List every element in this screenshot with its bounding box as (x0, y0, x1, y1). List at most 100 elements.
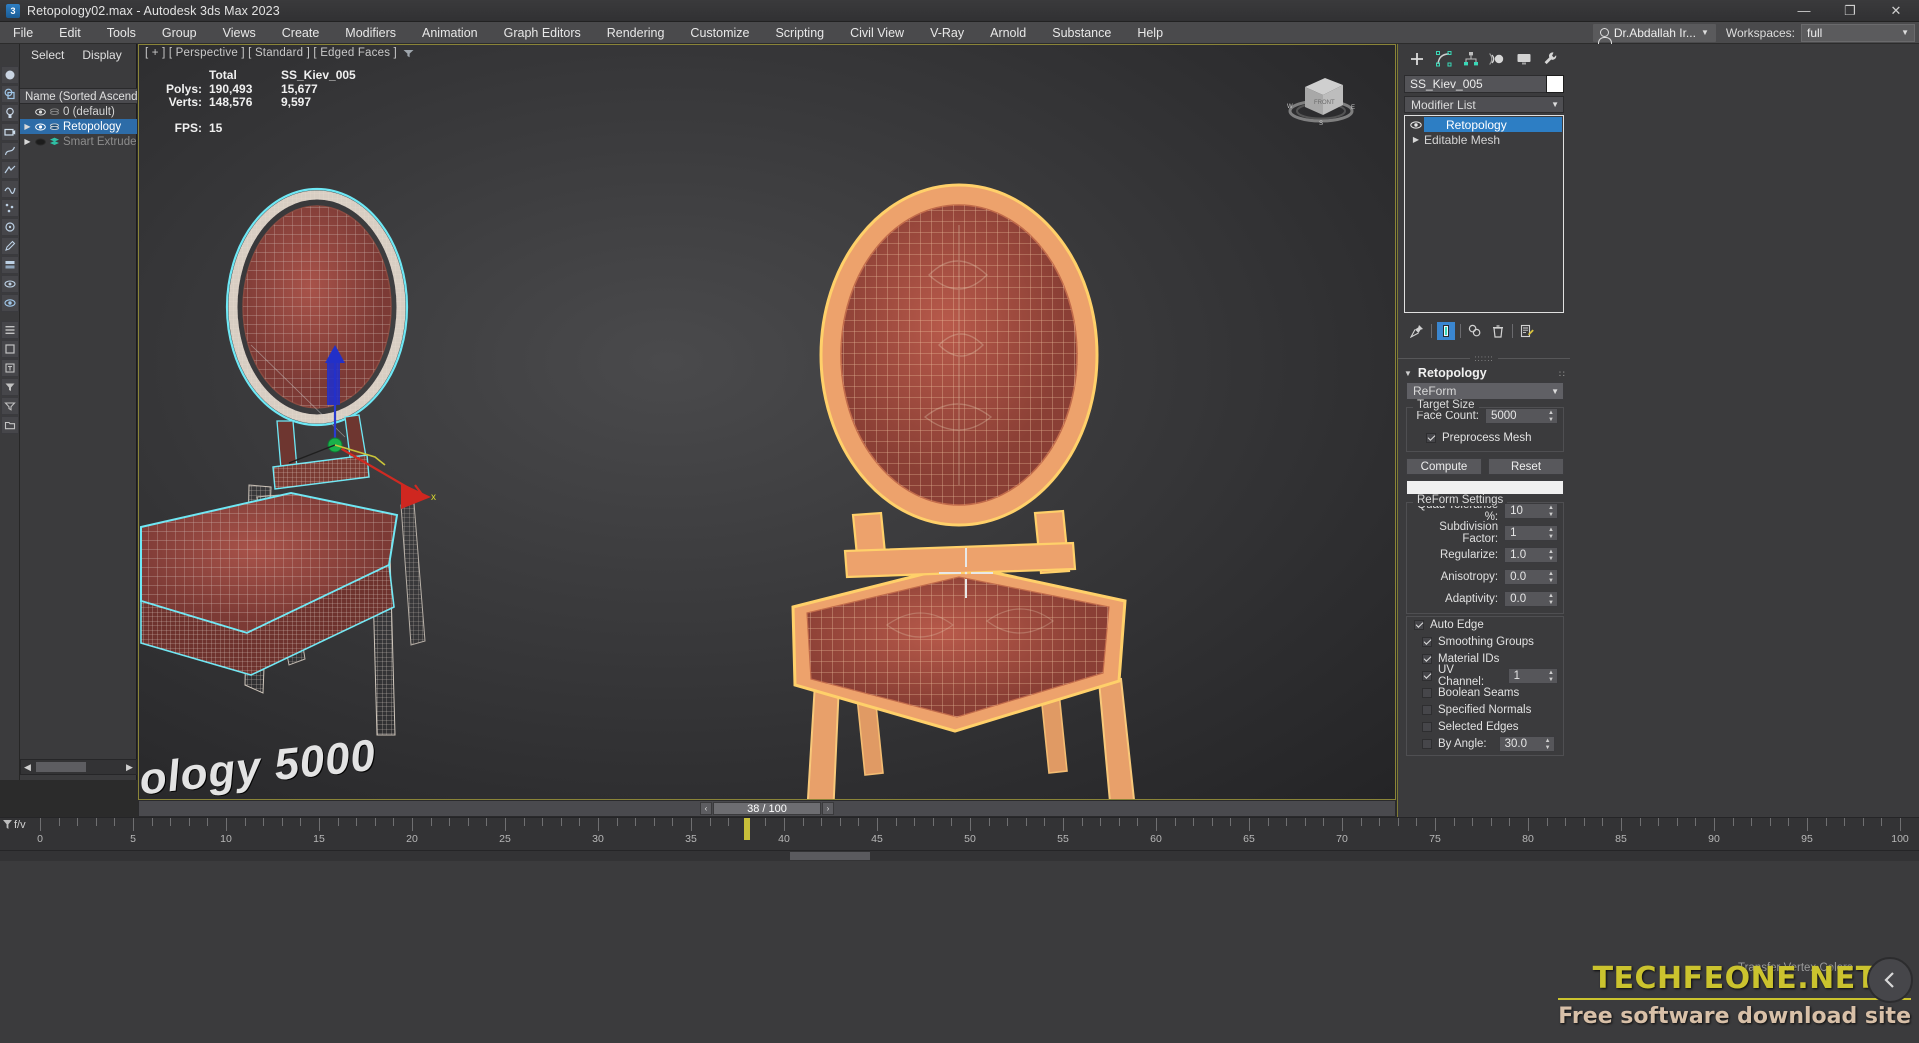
menu-vray[interactable]: V-Ray (917, 22, 977, 44)
auto-edge-row[interactable]: Auto Edge (1412, 616, 1498, 633)
make-unique-icon[interactable] (1466, 322, 1484, 340)
by-angle-row[interactable]: By Angle: 30.0 ▲ ▼ (1422, 735, 1558, 752)
eye-icon[interactable] (0, 294, 19, 312)
expand-arrow-icon[interactable]: ▶ (1408, 135, 1424, 144)
face-count-input[interactable]: 5000 ▲ ▼ (1484, 408, 1558, 424)
folder-icon[interactable] (0, 416, 19, 434)
expand-arrow-icon[interactable]: ▶ (22, 122, 33, 131)
timeline-playhead[interactable] (743, 818, 750, 840)
select-object-icon[interactable] (0, 66, 19, 84)
adaptivity-input[interactable]: 0.0 ▲ ▼ (1504, 591, 1558, 607)
manipulators-icon[interactable] (0, 218, 19, 236)
bottom-scrollbar-track[interactable] (0, 851, 1919, 861)
explorer-menu-select[interactable]: Select (22, 44, 73, 66)
menu-help[interactable]: Help (1124, 22, 1176, 44)
rollout-header-retopology[interactable]: ▼ Retopology :: (1404, 364, 1566, 382)
modifier-stack[interactable]: Retopology ▶ Editable Mesh (1404, 115, 1564, 313)
spinner-arrows-icon[interactable]: ▲ ▼ (1547, 505, 1555, 518)
filter-view-badge[interactable]: f/v (2, 819, 26, 831)
time-slider[interactable]: ‹ 38 / 100 › (138, 800, 1396, 817)
menu-civil-view[interactable]: Civil View (837, 22, 917, 44)
material-ids-checkbox[interactable] (1422, 653, 1432, 664)
compute-button[interactable]: Compute (1406, 458, 1482, 475)
uv-channel-checkbox[interactable] (1422, 670, 1432, 681)
retopology-mode-dropdown[interactable]: ReForm ▼ (1406, 382, 1564, 400)
grip-dots-icon[interactable]: :::::: (1470, 354, 1497, 363)
by-angle-checkbox[interactable] (1422, 738, 1432, 749)
boolean-seams-row[interactable]: Boolean Seams (1422, 684, 1558, 701)
maximize-button[interactable]: ❐ (1827, 0, 1873, 22)
spinner-arrows-icon[interactable]: ▲ ▼ (1547, 593, 1555, 606)
pin-stack-icon[interactable] (1408, 322, 1426, 340)
auto-edge-checkbox[interactable] (1414, 619, 1424, 630)
space-warps-icon[interactable] (0, 180, 19, 198)
tab-hierarchy[interactable] (1460, 48, 1482, 70)
lights-icon[interactable] (0, 104, 19, 122)
prev-frame-button[interactable]: ‹ (700, 802, 712, 815)
explorer-menu-display[interactable]: Display (73, 44, 130, 66)
current-frame-display[interactable]: 38 / 100 (713, 802, 821, 815)
menu-scripting[interactable]: Scripting (762, 22, 837, 44)
timeline-ruler[interactable]: 0 5 10 15 20 25 30 35 40 45 50 55 60 65 70 75 80 85 90 95 10… (0, 818, 1919, 852)
show-end-result-icon[interactable] (1437, 322, 1455, 340)
quad-tolerance-input[interactable]: 10 ▲ ▼ (1504, 503, 1558, 519)
scroll-left-icon[interactable]: ◀ (21, 762, 34, 773)
spinner-arrows-icon[interactable]: ▲ ▼ (1547, 670, 1555, 683)
tab-display[interactable] (1513, 48, 1535, 70)
specified-normals-checkbox[interactable] (1422, 704, 1432, 715)
tab-modify[interactable] (1432, 48, 1455, 70)
text-tool-icon[interactable] (0, 359, 19, 377)
box-icon[interactable] (0, 340, 19, 358)
expand-arrow-icon[interactable]: ▶ (22, 137, 33, 146)
helpers-icon[interactable] (0, 161, 19, 179)
camera-icon[interactable] (0, 123, 19, 141)
menu-customize[interactable]: Customize (677, 22, 762, 44)
configure-modifier-sets-icon[interactable] (1518, 322, 1536, 340)
close-button[interactable]: ✕ (1873, 0, 1919, 22)
menu-edit[interactable]: Edit (46, 22, 94, 44)
regularize-input[interactable]: 1.0 ▲ ▼ (1504, 547, 1558, 563)
list-item[interactable]: ▶ Smart Extrude (20, 134, 137, 149)
menu-group[interactable]: Group (149, 22, 210, 44)
subdivision-factor-input[interactable]: 1 ▲ ▼ (1504, 525, 1558, 541)
anisotropy-input[interactable]: 0.0 ▲ ▼ (1504, 569, 1558, 585)
workspace-select[interactable]: full ▼ (1801, 23, 1915, 42)
object-name-field[interactable]: SS_Kiev_005 (1404, 75, 1550, 93)
uv-channel-input[interactable]: 1 ▲ ▼ (1507, 667, 1558, 684)
selected-edges-row[interactable]: Selected Edges (1422, 718, 1558, 735)
menu-substance[interactable]: Substance (1039, 22, 1124, 44)
scroll-right-icon[interactable]: ▶ (123, 762, 136, 773)
filter-icon[interactable] (0, 397, 19, 415)
reset-button[interactable]: Reset (1488, 458, 1564, 475)
shapes-icon[interactable] (0, 142, 19, 160)
selected-edges-checkbox[interactable] (1422, 721, 1432, 732)
menu-arnold[interactable]: Arnold (977, 22, 1039, 44)
boolean-seams-checkbox[interactable] (1422, 687, 1432, 698)
viewport[interactable]: [ + ] [ Perspective ] [ Standard ] [ Edg… (138, 44, 1396, 800)
pen-icon[interactable] (0, 237, 19, 255)
menu-views[interactable]: Views (210, 22, 269, 44)
visibility-icon[interactable] (0, 275, 19, 293)
minimize-button[interactable]: — (1781, 0, 1827, 22)
funnel-icon[interactable] (0, 378, 19, 396)
modifier-stack-item-retopology[interactable]: Retopology (1406, 117, 1562, 132)
by-angle-input[interactable]: 30.0 ▲ ▼ (1498, 735, 1555, 752)
menu-tools[interactable]: Tools (94, 22, 149, 44)
list-icon[interactable] (0, 321, 19, 339)
object-color-swatch[interactable] (1546, 75, 1564, 93)
modifier-stack-item-editable-mesh[interactable]: ▶ Editable Mesh (1406, 132, 1562, 147)
smoothing-groups-checkbox[interactable] (1422, 636, 1432, 647)
menu-create[interactable]: Create (269, 22, 333, 44)
menu-animation[interactable]: Animation (409, 22, 491, 44)
scrollbar-thumb[interactable] (790, 852, 870, 860)
tab-create[interactable] (1406, 48, 1428, 70)
uv-channel-row[interactable]: UV Channel: 1 ▲ ▼ (1422, 664, 1558, 688)
viewport-navigation-button[interactable] (1867, 957, 1913, 1003)
scrollbar-thumb[interactable] (36, 762, 86, 772)
spinner-arrows-icon[interactable]: ▲ ▼ (1544, 738, 1552, 751)
spinner-arrows-icon[interactable]: ▲ ▼ (1547, 571, 1555, 584)
eye-icon[interactable] (33, 108, 47, 116)
tab-utilities[interactable] (1540, 48, 1562, 70)
viewport-3d-scene[interactable]: x (139, 45, 1396, 800)
menu-modifiers[interactable]: Modifiers (332, 22, 409, 44)
